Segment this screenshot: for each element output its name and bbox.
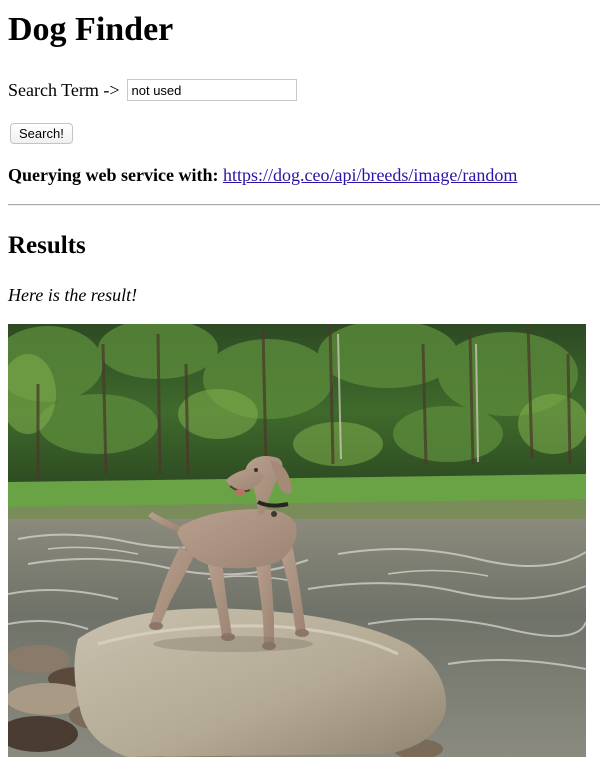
search-button[interactable]: Search! xyxy=(10,123,73,144)
query-line: Querying web service with: https://dog.c… xyxy=(8,163,517,187)
dog-photo xyxy=(8,324,586,757)
divider xyxy=(8,204,600,206)
result-message: Here is the result! xyxy=(8,285,138,305)
search-term-label: Search Term -> xyxy=(8,79,120,100)
results-heading: Results xyxy=(8,232,86,259)
query-label: Querying web service with: xyxy=(8,165,219,185)
search-term-input[interactable] xyxy=(126,79,297,101)
search-row: Search Term -> xyxy=(8,78,297,102)
page-title: Dog Finder xyxy=(8,11,174,48)
query-url-link[interactable]: https://dog.ceo/api/breeds/image/random xyxy=(223,165,517,185)
